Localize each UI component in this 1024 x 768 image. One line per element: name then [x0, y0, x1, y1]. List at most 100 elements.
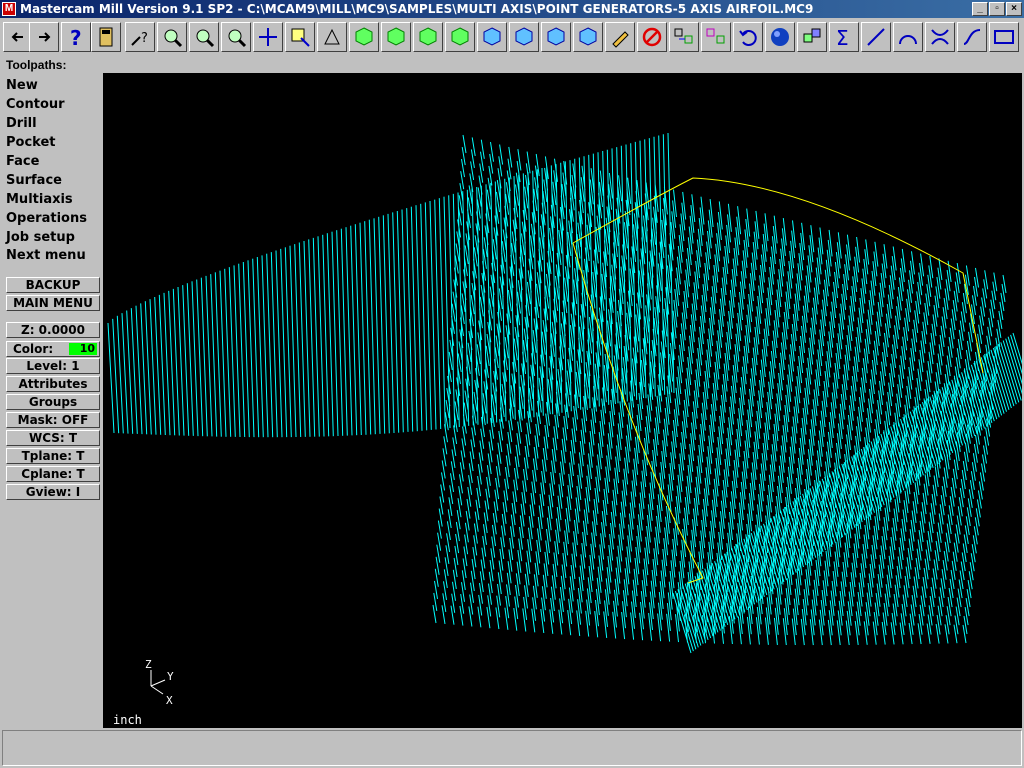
main-menu-panel: New Contour Drill Pocket Face Surface Mu…	[2, 72, 101, 728]
calculator-icon	[99, 27, 113, 47]
calculator-button[interactable]	[91, 22, 121, 52]
rectangle-button[interactable]	[989, 22, 1019, 52]
sum-icon: Σ	[836, 26, 849, 48]
close-button[interactable]: ×	[1006, 2, 1022, 16]
menu-item-contour[interactable]: Contour	[6, 97, 65, 112]
axis-y-label: Y	[167, 670, 174, 683]
graphics-viewport[interactable]: Z Y X inch	[103, 73, 1022, 728]
axis-x-label: X	[166, 694, 173, 707]
group-button[interactable]	[797, 22, 827, 52]
front-view-button[interactable]	[413, 22, 443, 52]
svg-text:?: ?	[141, 31, 148, 46]
front-view-icon	[419, 27, 437, 46]
cplane-side-button[interactable]	[573, 22, 603, 52]
backup-button[interactable]: BACKUP	[6, 277, 100, 293]
help-icon: ?	[70, 26, 82, 48]
zoom-out-button[interactable]	[221, 22, 251, 52]
help-button[interactable]: ?	[61, 22, 91, 52]
menu-item-pocket[interactable]: Pocket	[6, 135, 56, 150]
toolpath-vectors	[107, 132, 1022, 654]
minimize-button[interactable]: _	[972, 2, 988, 16]
maximize-button[interactable]: ▫	[989, 2, 1005, 16]
dynamic-rotate-icon	[324, 28, 340, 45]
xform-translate-icon	[674, 28, 693, 44]
main-menu-button[interactable]: MAIN MENU	[6, 295, 100, 311]
select-button[interactable]	[285, 22, 315, 52]
prompt-area	[2, 730, 1022, 766]
trim-icon	[931, 29, 949, 45]
units-label: inch	[113, 713, 142, 727]
undo-icon	[739, 30, 757, 46]
zoom-out-icon	[228, 29, 247, 48]
cplane-iso-button[interactable]	[477, 22, 507, 52]
cplane-top-button[interactable]	[509, 22, 539, 52]
mask-button[interactable]: Mask: OFF	[6, 412, 100, 428]
pan-button[interactable]	[253, 22, 283, 52]
prev-arrow-icon	[11, 32, 23, 42]
trim-button[interactable]	[925, 22, 955, 52]
level-button[interactable]: Level: 1	[6, 358, 100, 374]
shade-sphere-button[interactable]	[765, 22, 795, 52]
color-button[interactable]: Color: 10	[6, 341, 100, 357]
window-title: Mastercam Mill Version 9.1 SP2 - C:\MCAM…	[20, 2, 814, 16]
delete-button[interactable]	[637, 22, 667, 52]
attributes-button[interactable]: Attributes	[6, 376, 100, 392]
cplane-side-icon	[579, 27, 597, 46]
cplane-front-icon	[547, 27, 565, 46]
undo-button[interactable]	[733, 22, 763, 52]
menu-item-next-menu[interactable]: Next menu	[6, 248, 86, 263]
zoom-window-button[interactable]	[157, 22, 187, 52]
color-swatch: 10	[69, 343, 97, 355]
menu-item-multiaxis[interactable]: Multiaxis	[6, 192, 73, 207]
shade-sphere-icon	[771, 28, 789, 46]
menu-item-operations[interactable]: Operations	[6, 211, 87, 226]
menu-item-job-setup[interactable]: Job setup	[6, 230, 75, 245]
line-icon	[867, 28, 885, 46]
iso-view-icon	[355, 27, 373, 46]
toolpaths-label: Toolpaths:	[6, 58, 67, 72]
menu-item-surface[interactable]: Surface	[6, 173, 62, 188]
side-view-button[interactable]	[445, 22, 475, 52]
xform-mirror-button[interactable]	[701, 22, 731, 52]
analyze-button[interactable]: ?	[125, 22, 155, 52]
toolbar: ?? Σ	[0, 18, 1024, 58]
xform-translate-button[interactable]	[669, 22, 699, 52]
iso-view-button[interactable]	[349, 22, 379, 52]
rectangle-icon	[994, 30, 1014, 44]
cplane-front-button[interactable]	[541, 22, 571, 52]
title-bar: M Mastercam Mill Version 9.1 SP2 - C:\MC…	[0, 0, 1024, 18]
pan-icon	[259, 28, 277, 46]
next-arrow-button[interactable]	[29, 22, 59, 52]
menu-item-face[interactable]: Face	[6, 154, 39, 169]
mastercam-logo-icon[interactable]: M	[2, 2, 16, 16]
spline-button[interactable]	[957, 22, 987, 52]
axis-z-label: Z	[145, 658, 152, 671]
side-view-icon	[451, 27, 469, 46]
sum-button[interactable]: Σ	[829, 22, 859, 52]
line-button[interactable]	[861, 22, 891, 52]
select-icon	[291, 28, 310, 47]
group-icon	[803, 28, 821, 43]
spline-icon	[963, 29, 981, 45]
airfoil-toolpath-graphic	[107, 132, 1022, 654]
pencil-icon	[612, 31, 629, 48]
svg-text:Σ: Σ	[836, 26, 849, 48]
next-arrow-icon	[39, 32, 51, 42]
menu-item-drill[interactable]: Drill	[6, 116, 37, 131]
z-depth-button[interactable]: Z: 0.0000	[6, 322, 100, 338]
wcs-button[interactable]: WCS: T	[6, 430, 100, 446]
xform-mirror-icon	[706, 28, 725, 44]
cplane-button[interactable]: Cplane: T	[6, 466, 100, 482]
dynamic-rotate-button[interactable]	[317, 22, 347, 52]
top-view-button[interactable]	[381, 22, 411, 52]
menu-item-new[interactable]: New	[6, 78, 38, 93]
cplane-iso-icon	[483, 27, 501, 46]
pencil-button[interactable]	[605, 22, 635, 52]
tplane-button[interactable]: Tplane: T	[6, 448, 100, 464]
zoom-window-icon	[164, 29, 183, 48]
zoom-button[interactable]	[189, 22, 219, 52]
arc-button[interactable]	[893, 22, 923, 52]
gview-button[interactable]: Gview: I	[6, 484, 100, 500]
groups-button[interactable]: Groups	[6, 394, 100, 410]
axis-triad: Z Y X	[145, 658, 174, 707]
